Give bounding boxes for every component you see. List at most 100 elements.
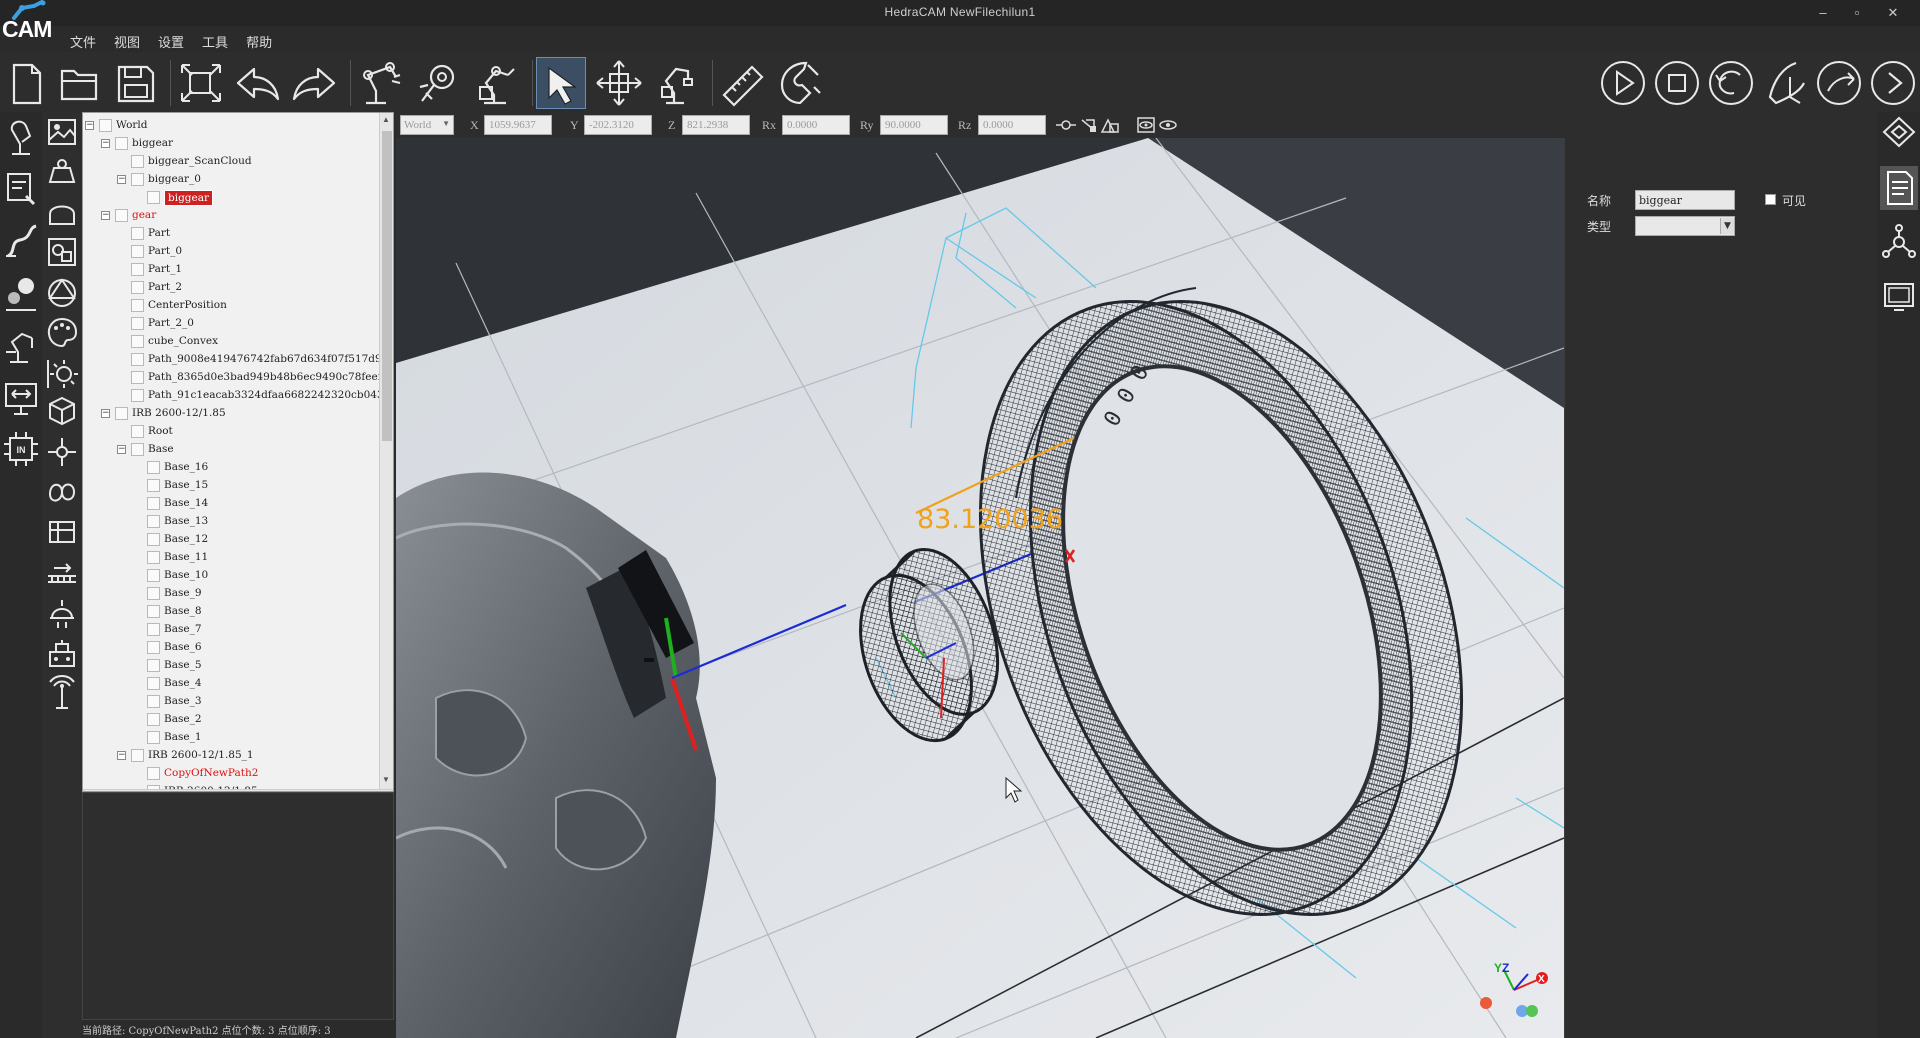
3d-viewport[interactable]: 0 0 0 83.120036 Y Z X bbox=[396, 138, 1564, 1038]
robot-arm-icon[interactable] bbox=[356, 57, 406, 109]
tree-node[interactable]: Part bbox=[83, 225, 379, 243]
visibility-eye-icon[interactable] bbox=[1159, 120, 1177, 130]
name-input[interactable]: biggear bbox=[1635, 190, 1735, 210]
tree-node[interactable]: Part_2_0 bbox=[83, 315, 379, 333]
cubes-icon[interactable] bbox=[44, 394, 80, 432]
menu-file[interactable]: 文件 bbox=[64, 26, 104, 52]
tree-expand-toggle[interactable]: − bbox=[117, 175, 126, 184]
snap-point-icon[interactable] bbox=[1056, 120, 1076, 130]
select-cursor-icon[interactable] bbox=[536, 57, 586, 109]
calibration-icon[interactable] bbox=[2, 322, 40, 368]
tree-node[interactable]: − IRB 2600-12/1.85_1 bbox=[83, 747, 379, 765]
tree-node[interactable]: Base_9 bbox=[83, 585, 379, 603]
tree-node[interactable]: biggear bbox=[83, 189, 379, 207]
tree-node[interactable]: CopyOfNewPath2 bbox=[83, 765, 379, 783]
monitor-icon[interactable] bbox=[1880, 274, 1918, 318]
tree-node[interactable]: − IRB 2600-12/1.85 bbox=[83, 405, 379, 423]
undo-icon[interactable] bbox=[232, 57, 282, 109]
model-library-icon[interactable] bbox=[1880, 112, 1918, 156]
visible-checkbox[interactable] bbox=[1765, 194, 1776, 205]
open-folder-icon[interactable] bbox=[54, 57, 104, 109]
tree-node[interactable]: Base_4 bbox=[83, 675, 379, 693]
scene-canvas[interactable]: 0 0 0 83.120036 Y Z X bbox=[396, 138, 1564, 1038]
stop-icon[interactable] bbox=[1652, 57, 1702, 109]
new-file-icon[interactable] bbox=[2, 57, 52, 109]
image-icon[interactable] bbox=[44, 114, 80, 152]
ry-input[interactable]: 90.0000 bbox=[880, 115, 948, 135]
maximize-button[interactable]: ▫ bbox=[1846, 3, 1868, 23]
tree-node[interactable]: CenterPosition bbox=[83, 297, 379, 315]
rx-input[interactable]: 0.0000 bbox=[782, 115, 850, 135]
light-icon[interactable] bbox=[44, 354, 80, 392]
close-button[interactable]: ✕ bbox=[1882, 3, 1904, 23]
redo-icon[interactable] bbox=[290, 57, 340, 109]
tree-vertical-scrollbar[interactable]: ▲ ▼ bbox=[379, 113, 393, 789]
tree-expand-toggle[interactable]: − bbox=[117, 445, 126, 454]
camera-icon[interactable] bbox=[44, 154, 80, 192]
step-back-icon[interactable] bbox=[1760, 57, 1810, 109]
tree-node[interactable]: − biggear bbox=[83, 135, 379, 153]
y-input[interactable]: -202.3120 bbox=[584, 115, 652, 135]
tree-node[interactable]: Base_7 bbox=[83, 621, 379, 639]
input-module-icon[interactable]: IN bbox=[2, 426, 40, 472]
tree-expand-toggle[interactable]: − bbox=[101, 139, 110, 148]
tree-node[interactable]: Base_6 bbox=[83, 639, 379, 657]
play-next-icon[interactable] bbox=[1868, 57, 1918, 109]
z-input[interactable]: 821.2938 bbox=[682, 115, 750, 135]
tree-expand-toggle[interactable]: − bbox=[101, 409, 110, 418]
snap-face-icon[interactable] bbox=[1100, 118, 1119, 133]
path-module-icon[interactable] bbox=[2, 218, 40, 264]
tree-node[interactable]: Base_12 bbox=[83, 531, 379, 549]
measure-ruler-icon[interactable] bbox=[718, 57, 768, 109]
menu-help[interactable]: 帮助 bbox=[240, 26, 280, 52]
robot-module-icon[interactable] bbox=[2, 114, 40, 160]
robot-base-icon[interactable] bbox=[472, 57, 522, 109]
tree-node[interactable]: Root bbox=[83, 423, 379, 441]
tree-node[interactable]: − Base bbox=[83, 441, 379, 459]
tree-node[interactable]: Base_14 bbox=[83, 495, 379, 513]
tree-node[interactable]: Path_8365d0e3bad949b48b6ec9490c78feef bbox=[83, 369, 382, 387]
tree-node[interactable]: − World bbox=[83, 117, 379, 135]
antenna-icon[interactable] bbox=[44, 674, 80, 712]
scroll-down-arrow[interactable]: ▼ bbox=[382, 775, 390, 784]
tree-node[interactable]: Path_91c1eacab3324dfaa6682242320cb043 bbox=[83, 387, 384, 405]
tree-node[interactable]: cube_Convex bbox=[83, 333, 379, 351]
menu-view[interactable]: 视图 bbox=[108, 26, 148, 52]
tree-node[interactable]: Part_1 bbox=[83, 261, 379, 279]
fit-view-icon[interactable] bbox=[176, 57, 226, 109]
scan-module-icon[interactable] bbox=[2, 270, 40, 316]
tree-node[interactable]: biggear_ScanCloud bbox=[83, 153, 379, 171]
tree-node[interactable]: Base_10 bbox=[83, 567, 379, 585]
teaching-icon[interactable] bbox=[2, 166, 40, 212]
tree-expand-toggle[interactable]: − bbox=[117, 751, 126, 760]
io-transfer-icon[interactable] bbox=[2, 374, 40, 420]
step-forward-icon[interactable] bbox=[1814, 57, 1864, 109]
reset-icon[interactable] bbox=[1706, 57, 1756, 109]
tree-expand-toggle[interactable]: − bbox=[101, 211, 110, 220]
view-eye-box-icon[interactable] bbox=[1137, 117, 1155, 133]
tree-expand-toggle[interactable]: − bbox=[85, 121, 94, 130]
move-icon[interactable] bbox=[594, 57, 644, 109]
x-input[interactable]: 1059.9637 bbox=[484, 115, 552, 135]
tree-node[interactable]: Part_2 bbox=[83, 279, 379, 297]
robot-station-icon[interactable] bbox=[44, 634, 80, 672]
network-icon[interactable] bbox=[1880, 220, 1918, 264]
tree-vertical-scroll-thumb[interactable] bbox=[382, 131, 392, 441]
menu-tools[interactable]: 工具 bbox=[196, 26, 236, 52]
menu-settings[interactable]: 设置 bbox=[152, 26, 192, 52]
tool-config-icon[interactable] bbox=[414, 57, 464, 109]
tree-node[interactable]: Base_5 bbox=[83, 657, 379, 675]
tree-node[interactable]: Base_16 bbox=[83, 459, 379, 477]
nodes-icon[interactable] bbox=[44, 434, 80, 472]
tree-node[interactable]: − gear bbox=[83, 207, 379, 225]
frame-select[interactable]: World ▼ bbox=[400, 115, 454, 135]
play-icon[interactable] bbox=[1598, 57, 1648, 109]
tree-node[interactable]: Base_11 bbox=[83, 549, 379, 567]
mesh-icon[interactable] bbox=[44, 234, 80, 272]
tree-node[interactable]: Path_9008e419476742fab67d634f07f517d9 bbox=[83, 351, 382, 369]
tree-node[interactable]: − biggear_0 bbox=[83, 171, 379, 189]
tree-node[interactable]: Base_2 bbox=[83, 711, 379, 729]
table-icon[interactable] bbox=[44, 514, 80, 552]
loop-icon[interactable] bbox=[44, 474, 80, 512]
type-select[interactable]: ▼ bbox=[1635, 216, 1735, 236]
